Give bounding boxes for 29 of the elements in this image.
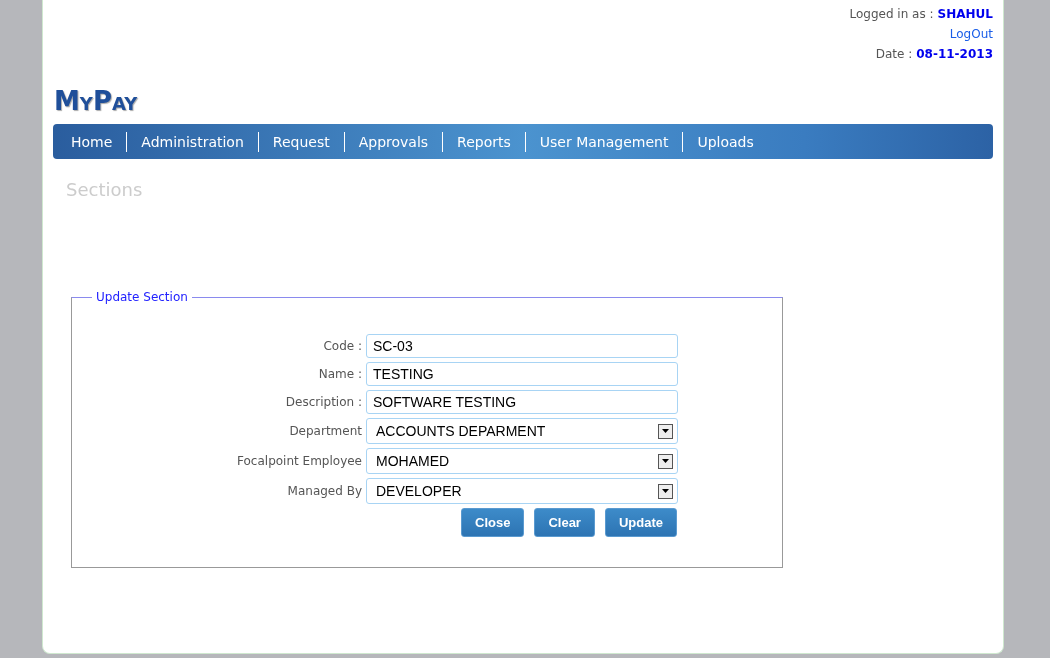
field-label: Code : — [322, 339, 362, 353]
username: SHAHUL — [937, 7, 993, 21]
dropdown[interactable]: ACCOUNTS DEPARMENT — [366, 418, 678, 444]
nav-item[interactable]: Home — [67, 133, 117, 150]
nav-item[interactable]: Uploads — [693, 133, 758, 150]
text-field[interactable]: TESTING — [366, 362, 678, 386]
nav-item[interactable]: Administration — [137, 133, 248, 150]
dropdown[interactable]: DEVELOPER — [366, 478, 678, 504]
form-button[interactable]: Clear — [534, 508, 595, 537]
logged-in-label: Logged in as : — [849, 7, 934, 21]
logo: MyPay — [54, 86, 139, 118]
field-label: Name : — [317, 367, 362, 381]
date-value: 08-11-2013 — [916, 47, 993, 61]
nav-item[interactable]: Reports — [453, 133, 515, 150]
text-field[interactable]: SC-03 — [366, 334, 678, 358]
field-label: Department — [288, 424, 362, 438]
nav-item[interactable]: User Management — [535, 133, 673, 150]
field-label: Description : — [284, 395, 362, 409]
form-legend: Update Section — [92, 290, 192, 304]
form-button[interactable]: Update — [604, 508, 677, 537]
date-label: Date : — [875, 47, 913, 61]
nav-item[interactable]: Request — [268, 133, 334, 150]
field-label: Focalpoint Employee — [236, 454, 362, 468]
text-field[interactable]: SOFTWARE TESTING — [366, 390, 678, 414]
dropdown[interactable]: MOHAMED — [366, 448, 678, 474]
nav-item[interactable]: Approvals — [354, 133, 433, 150]
form-button[interactable]: Close — [461, 508, 525, 537]
field-label: Managed By — [286, 484, 362, 498]
logout-link[interactable]: LogOut — [949, 27, 993, 41]
